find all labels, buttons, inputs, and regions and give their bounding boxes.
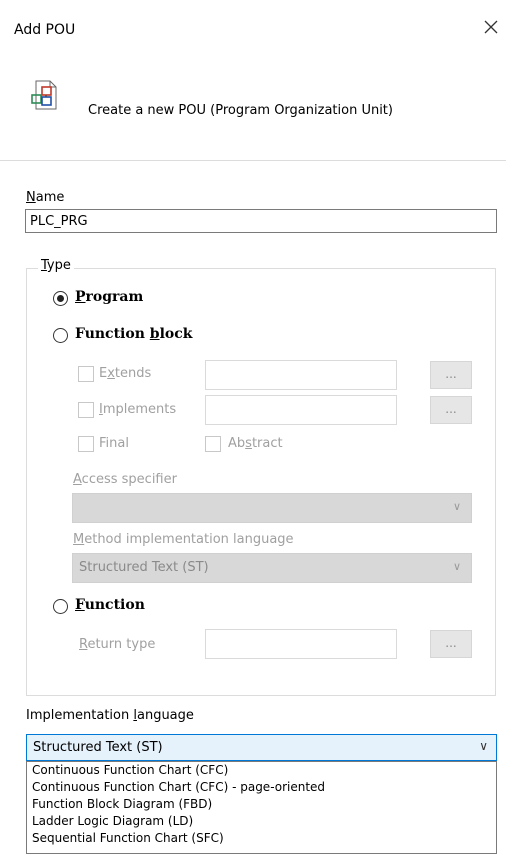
implements-checkbox[interactable] [78,402,94,418]
extends-label: Extends [99,366,152,381]
name-label: Name [26,190,65,205]
dropdown-option-sfc[interactable]: Sequential Function Chart (SFC) [27,830,496,847]
chevron-down-icon: ∨ [452,560,461,573]
implementation-language-select[interactable]: Structured Text (ST) ∨ [26,734,497,761]
access-specifier-label: Access specifier [73,472,177,487]
implements-input[interactable] [205,395,397,425]
chevron-down-icon: ∨ [479,739,488,753]
function-block-radio[interactable] [53,328,68,343]
dropdown-option-cfc[interactable]: Continuous Function Chart (CFC) [27,762,496,779]
function-block-label[interactable]: Function block [75,326,192,342]
extends-input[interactable] [205,360,397,390]
header-description: Create a new POU (Program Organization U… [88,103,393,118]
abstract-checkbox[interactable] [205,436,221,452]
return-type-input[interactable] [205,629,397,659]
final-label: Final [99,436,129,451]
close-icon[interactable] [482,18,500,36]
dialog-title: Add POU [14,22,76,38]
access-specifier-select[interactable]: ∨ [72,493,472,523]
dropdown-option-cfc-page[interactable]: Continuous Function Chart (CFC) - page-o… [27,779,496,796]
header-separator [0,160,506,161]
extends-browse-button[interactable]: ... [430,361,472,389]
return-type-label: Return type [79,637,156,652]
type-label: Type [38,258,74,273]
extends-checkbox[interactable] [78,366,94,382]
dropdown-option-ld[interactable]: Ladder Logic Diagram (LD) [27,813,496,830]
final-checkbox[interactable] [78,436,94,452]
abstract-label: Abstract [228,436,283,451]
pou-icon [31,80,57,110]
implements-label: Implements [99,402,177,417]
name-input[interactable] [25,209,497,233]
implementation-language-dropdown: Continuous Function Chart (CFC) Continuo… [26,761,497,854]
return-type-browse-button[interactable]: ... [430,630,472,658]
program-radio[interactable] [53,291,68,306]
function-label[interactable]: Function [75,597,145,613]
method-language-label: Method implementation language [73,532,294,547]
function-radio[interactable] [53,599,68,614]
method-language-select[interactable]: Structured Text (ST) ∨ [72,553,472,583]
chevron-down-icon: ∨ [452,500,461,513]
implements-browse-button[interactable]: ... [430,396,472,424]
implementation-language-label: Implementation language [26,708,194,723]
dropdown-option-fbd[interactable]: Function Block Diagram (FBD) [27,796,496,813]
program-label[interactable]: Program [75,289,143,305]
